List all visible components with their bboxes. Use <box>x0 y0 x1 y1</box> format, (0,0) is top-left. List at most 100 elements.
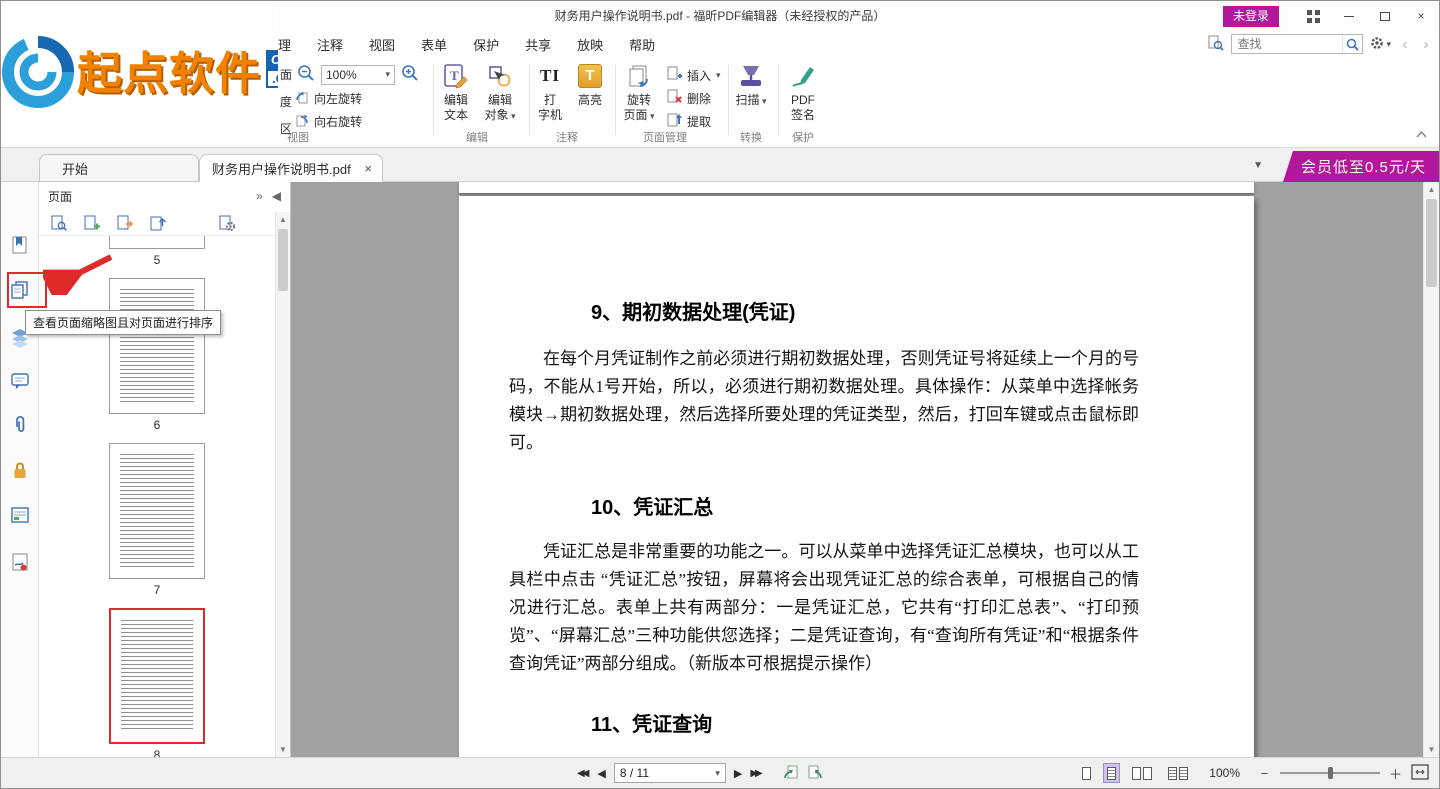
settings-button[interactable]: ▾ <box>1370 36 1391 53</box>
attachments-panel-button[interactable] <box>10 415 30 435</box>
continuous-facing-view-button[interactable] <box>1164 763 1192 783</box>
thumbnail-page-5[interactable] <box>109 236 205 249</box>
delete-pages-button[interactable]: 删除 <box>667 89 711 107</box>
collapse-ribbon-icon[interactable] <box>1416 127 1427 141</box>
continuous-view-button[interactable] <box>1103 763 1120 783</box>
nav-back-button[interactable]: ‹ <box>1398 36 1412 53</box>
pdf-sign-button[interactable]: PDF签名 <box>781 61 825 123</box>
comments-panel-button[interactable] <box>10 371 30 391</box>
search-input[interactable] <box>1232 37 1342 51</box>
zoom-in-icon[interactable] <box>401 64 419 85</box>
menu-item-organize[interactable]: 理 <box>278 35 291 54</box>
insert-page-tool-icon[interactable] <box>84 215 100 231</box>
zoom-slider[interactable] <box>1280 764 1380 782</box>
panel-more-tools-icon[interactable] <box>219 215 235 231</box>
scroll-up-icon[interactable]: ▲ <box>276 212 290 227</box>
edit-text-button[interactable]: T 编辑文本 <box>434 61 478 123</box>
fields-panel-button[interactable] <box>10 505 30 525</box>
scroll-down-icon[interactable]: ▼ <box>276 742 290 757</box>
logo-badge-bottom: .COM <box>266 69 278 88</box>
annotation-arrow <box>43 251 117 295</box>
nav-forward-button[interactable]: › <box>1419 36 1433 53</box>
rotate-right-button[interactable]: 向右旋转 <box>295 113 362 130</box>
thumbnail-page-6[interactable] <box>109 278 205 414</box>
menu-item-protect[interactable]: 保护 <box>473 35 499 54</box>
security-panel-button[interactable] <box>10 460 30 480</box>
page-number-select[interactable]: 8 / 11▾ <box>614 763 726 783</box>
typewriter-icon: TI <box>530 61 570 91</box>
tab-document[interactable]: 财务用户操作说明书.pdf × <box>199 154 383 182</box>
menu-item-present[interactable]: 放映 <box>577 35 603 54</box>
single-page-view-button[interactable] <box>1078 763 1095 783</box>
previous-page-button[interactable]: ◀ <box>597 767 605 780</box>
section-9-body: 在每个月凭证制作之前必须进行期初数据处理，否则凭证号将延续上一个月的号码，不能从… <box>509 345 1139 457</box>
insert-pages-button[interactable]: 插入▾ <box>667 66 721 84</box>
highlight-button[interactable]: T 高亮 <box>570 61 610 108</box>
logo-wordmark: 起点软件 <box>77 37 261 102</box>
menu-item-comment[interactable]: 注释 <box>317 35 343 54</box>
first-page-button[interactable]: ◀◀ <box>577 768 589 779</box>
chevron-down-icon: ▾ <box>715 768 720 779</box>
scan-button[interactable]: 扫描 ▾ <box>731 61 771 109</box>
chevron-down-icon: ▾ <box>508 111 515 121</box>
panel-scrollbar-thumb[interactable] <box>278 229 288 291</box>
ribbon-divider <box>778 65 779 135</box>
extract-pages-button[interactable]: 提取 <box>667 112 711 130</box>
zoom-out-button[interactable]: − <box>1257 766 1272 781</box>
signatures-panel-button[interactable] <box>10 552 30 572</box>
close-tab-icon[interactable]: × <box>364 161 372 176</box>
collapse-panel-icon[interactable]: ◀ <box>272 189 281 203</box>
thumbnail-page-7[interactable] <box>109 443 205 579</box>
page-options-icon[interactable] <box>51 215 67 231</box>
thumbnail-page-8-selected[interactable] <box>109 608 205 744</box>
fit-page-button[interactable]: 面 <box>280 66 292 83</box>
minimize-button[interactable] <box>1331 1 1367 31</box>
group-label-page-manage: 页面管理 <box>631 129 699 145</box>
previous-page-edge <box>459 182 1254 193</box>
annotation-highlight-box <box>7 272 47 308</box>
document-scrollbar-thumb[interactable] <box>1426 199 1437 287</box>
tab-list-caret-icon[interactable]: ▼ <box>1253 160 1263 171</box>
find-document-icon[interactable] <box>1208 35 1224 54</box>
scroll-down-icon[interactable]: ▼ <box>1424 742 1439 757</box>
scroll-up-icon[interactable]: ▲ <box>1424 182 1439 197</box>
typewriter-label: 打字机 <box>530 93 570 123</box>
edit-object-button[interactable]: 编辑对象 ▾ <box>478 61 522 124</box>
replace-page-tool-icon[interactable] <box>117 215 133 231</box>
menu-item-view[interactable]: 视图 <box>369 35 395 54</box>
zoom-out-icon[interactable] <box>297 64 315 85</box>
next-page-button[interactable]: ▶ <box>734 767 742 780</box>
highlight-label: 高亮 <box>570 93 610 108</box>
menu-item-help[interactable]: 帮助 <box>629 35 655 54</box>
extract-page-tool-icon[interactable] <box>150 215 166 231</box>
chevron-down-icon: ▾ <box>385 69 390 80</box>
membership-banner[interactable]: 会员低至0.5元/天 <box>1283 151 1439 182</box>
close-button[interactable]: × <box>1403 1 1439 31</box>
rotate-left-button[interactable]: 向左旋转 <box>295 90 362 107</box>
menu-item-share[interactable]: 共享 <box>525 35 551 54</box>
last-page-button[interactable]: ▶▶ <box>750 768 762 779</box>
bookmarks-panel-button[interactable] <box>10 235 30 255</box>
zoom-slider-thumb[interactable] <box>1328 767 1333 779</box>
ribbon-divider <box>728 65 729 135</box>
document-scrollbar[interactable]: ▲ ▼ <box>1423 182 1439 757</box>
fit-page-icon[interactable] <box>1411 764 1429 783</box>
thumbnail-label-8: 8 <box>154 748 161 757</box>
rotate-pages-button[interactable]: 旋转页面 ▾ <box>617 61 661 124</box>
layout-grid-icon[interactable] <box>1295 1 1331 31</box>
login-button[interactable]: 未登录 <box>1223 6 1279 27</box>
previous-view-icon[interactable] <box>783 765 800 781</box>
expand-panel-icon[interactable]: » <box>256 189 263 203</box>
fit-width-button[interactable]: 度 <box>280 93 292 110</box>
typewriter-button[interactable]: TI 打字机 <box>530 61 570 123</box>
zoom-in-button[interactable]: ＋ <box>1388 764 1403 783</box>
panel-scrollbar[interactable]: ▲ ▼ <box>275 212 290 757</box>
menu-item-form[interactable]: 表单 <box>421 35 447 54</box>
search-icon[interactable] <box>1342 35 1362 53</box>
zoom-level-select[interactable]: 100%▾ <box>321 65 395 85</box>
facing-view-button[interactable] <box>1128 763 1156 783</box>
section-10-body: 凭证汇总是非常重要的功能之一。可以从菜单中选择凭证汇总模块，也可以从工具栏中点击… <box>509 538 1139 678</box>
maximize-button[interactable] <box>1367 1 1403 31</box>
next-view-icon[interactable] <box>806 765 823 781</box>
tab-start[interactable]: 开始 <box>39 154 199 182</box>
